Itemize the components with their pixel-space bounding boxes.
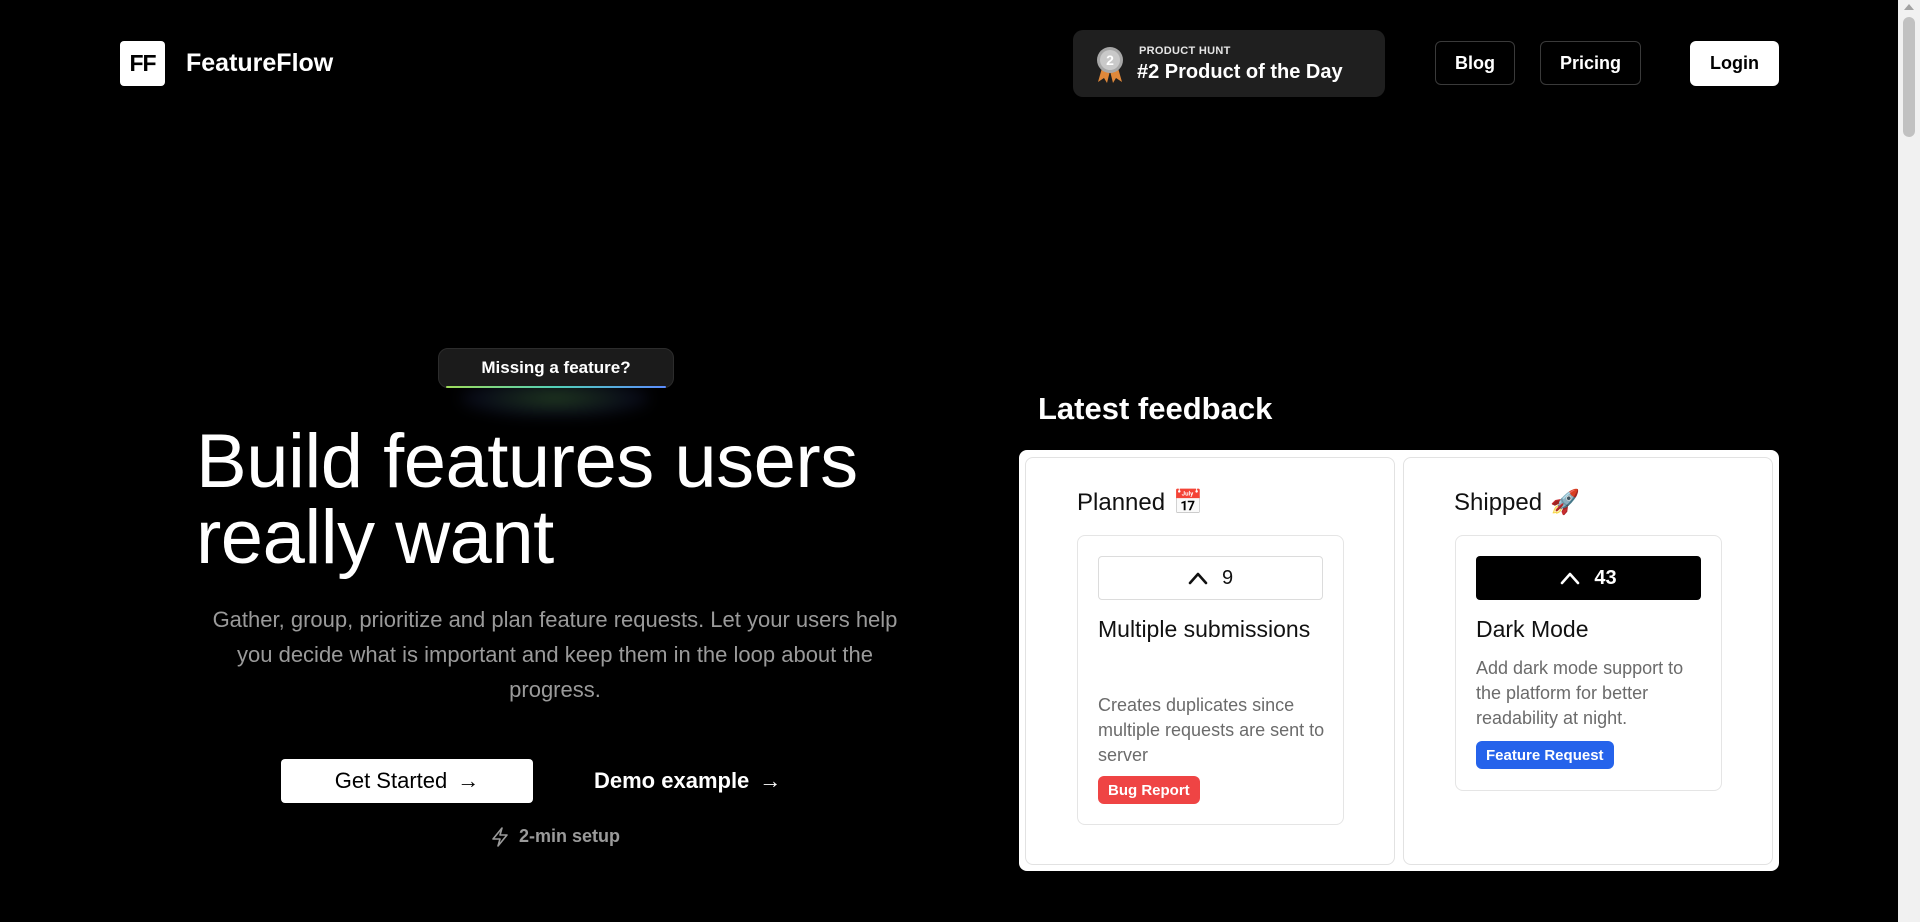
lightning-icon: [492, 826, 508, 847]
card-description: Creates duplicates since multiple reques…: [1098, 695, 1325, 765]
shipped-column: Shipped 🚀 43 Dark Mode Add dark mode sup…: [1403, 457, 1773, 865]
arrow-right-icon: →: [759, 768, 782, 793]
pill-gradient-border: [446, 386, 666, 388]
feedback-card[interactable]: 43 Dark Mode Add dark mode support to th…: [1455, 535, 1722, 791]
hero-subtitle: Gather, group, prioritize and plan featu…: [212, 607, 898, 702]
medal-icon: 2: [1097, 47, 1123, 83]
hero-title-line2: really want: [196, 495, 554, 580]
bug-report-tag: Bug Report: [1098, 776, 1200, 804]
setup-label: 2-min setup: [519, 826, 621, 846]
card-title: Dark Mode: [1476, 616, 1589, 642]
demo-example-link[interactable]: Demo example →: [594, 759, 781, 803]
arrow-right-icon: →: [457, 768, 480, 793]
upvote-button[interactable]: 9: [1098, 556, 1323, 600]
scrollbar-thumb[interactable]: [1903, 17, 1915, 137]
product-hunt-badge[interactable]: 2 PRODUCT HUNT #2 Product of the Day: [1073, 30, 1385, 97]
logo-mark: FF: [120, 41, 165, 86]
scroll-up-icon[interactable]: [1904, 4, 1914, 10]
logo[interactable]: FF FeatureFlow: [120, 41, 333, 86]
rocket-icon: 🚀: [1550, 489, 1580, 516]
page-scrollbar[interactable]: [1898, 0, 1920, 922]
card-description: Add dark mode support to the platform fo…: [1476, 658, 1684, 728]
demo-example-label: Demo example: [594, 768, 750, 793]
card-title: Multiple submissions: [1098, 616, 1311, 642]
medal-number: 2: [1106, 52, 1114, 68]
upvote-button[interactable]: 43: [1476, 556, 1701, 600]
chevron-up-icon: [1188, 572, 1208, 585]
missing-feature-pill[interactable]: Missing a feature?: [438, 348, 674, 388]
setup-note: 2-min setup: [491, 826, 620, 847]
latest-feedback-title: Latest feedback: [1038, 391, 1273, 426]
shipped-heading: Shipped 🚀: [1454, 488, 1580, 517]
feature-request-tag: Feature Request: [1476, 741, 1614, 769]
blog-button[interactable]: Blog: [1435, 41, 1515, 85]
planned-label: Planned: [1077, 488, 1166, 516]
get-started-label: Get Started: [334, 768, 448, 793]
feedback-board: Planned 📅 9 Multiple submissions Creates…: [1019, 450, 1779, 871]
vote-count: 43: [1594, 566, 1617, 589]
product-hunt-label: PRODUCT HUNT: [1139, 45, 1231, 57]
vote-count: 9: [1221, 566, 1234, 589]
feedback-card[interactable]: 9 Multiple submissions Creates duplicate…: [1077, 535, 1344, 825]
shipped-label: Shipped: [1454, 488, 1543, 516]
login-button[interactable]: Login: [1690, 41, 1779, 86]
hero-title: Build features users really want: [196, 424, 956, 576]
get-started-button[interactable]: Get Started →: [281, 759, 533, 803]
planned-heading: Planned 📅: [1077, 488, 1203, 517]
hero-title-line1: Build features users: [196, 419, 858, 504]
logo-text: FeatureFlow: [186, 49, 334, 77]
product-hunt-rank: #2 Product of the Day: [1137, 61, 1343, 83]
pricing-button[interactable]: Pricing: [1540, 41, 1641, 85]
planned-column: Planned 📅 9 Multiple submissions Creates…: [1025, 457, 1395, 865]
calendar-icon: 📅: [1173, 489, 1203, 516]
chevron-up-icon: [1561, 572, 1580, 585]
